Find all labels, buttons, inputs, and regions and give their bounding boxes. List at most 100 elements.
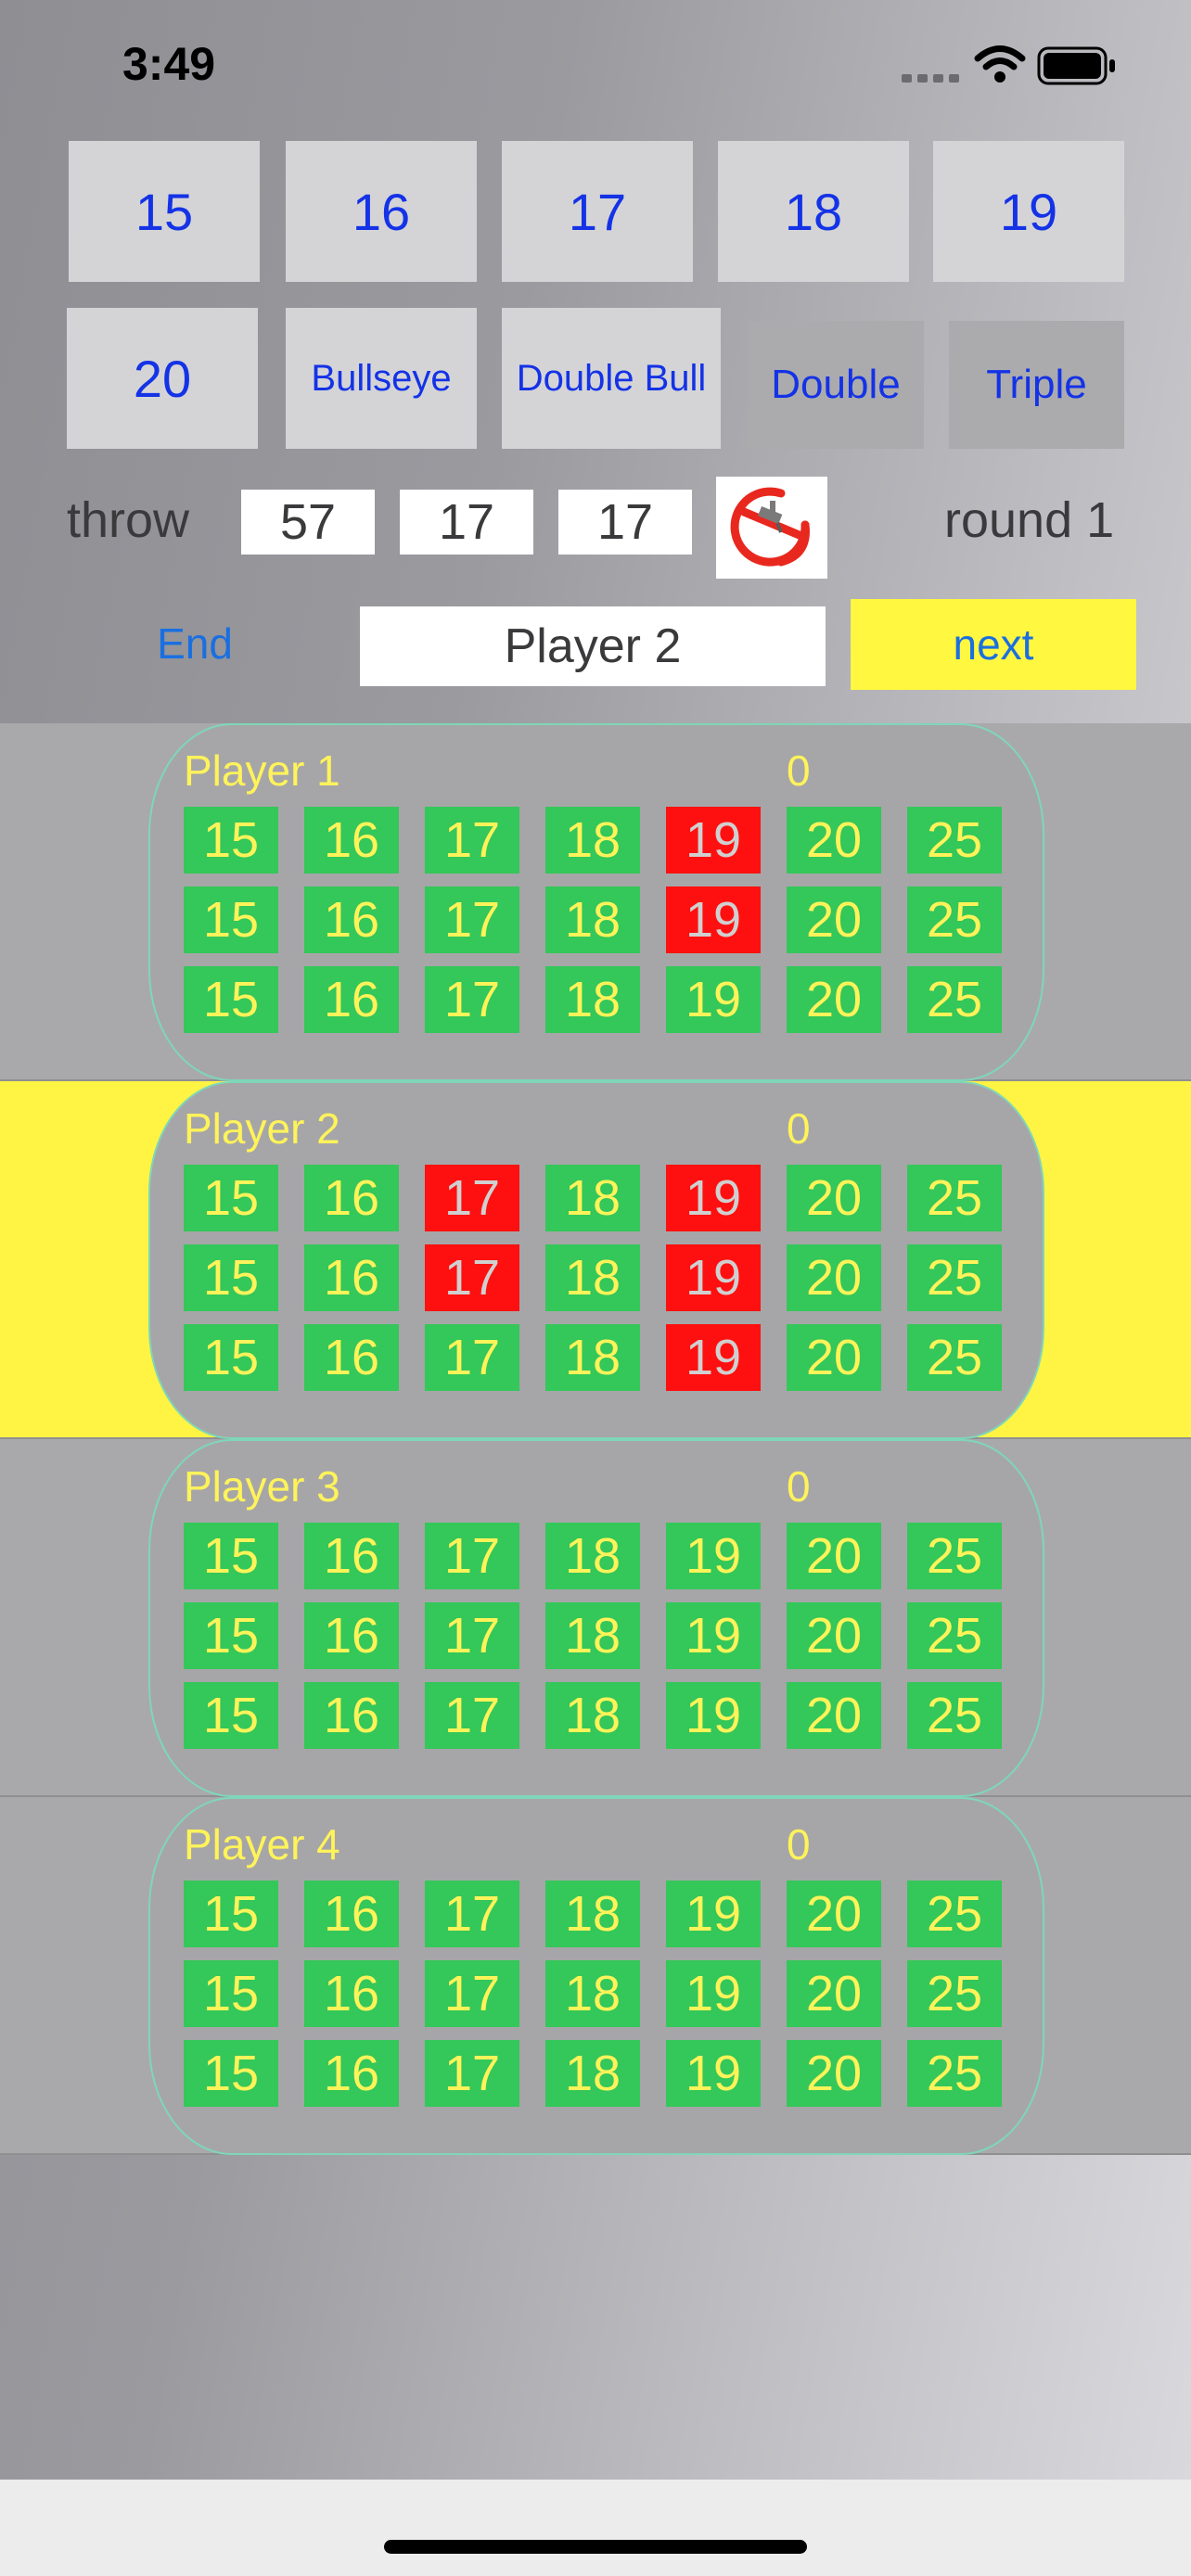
round-label: round 1 bbox=[944, 492, 1115, 548]
score-cell: 25 bbox=[907, 966, 1002, 1033]
score-cell: 25 bbox=[907, 1960, 1002, 2027]
player-score: 0 bbox=[787, 1462, 811, 1511]
player-card: Player 3 0 15 16 17 18 19 20 25 15 16 17 18 19 20 25 15 1… bbox=[148, 1439, 1044, 1797]
score-cell: 19 bbox=[666, 1682, 761, 1749]
score-cell: 17 bbox=[425, 1960, 519, 2027]
no-drink-icon bbox=[730, 487, 810, 567]
score-cell: 16 bbox=[304, 1881, 399, 1947]
double-button[interactable]: Double bbox=[748, 321, 924, 449]
score-cell: 17 bbox=[425, 1881, 519, 1947]
score-cell: 17 bbox=[425, 1244, 519, 1311]
score-grid: 15 16 17 18 19 20 25 15 16 17 18 19 20 25 15 16 17 18 19 20… bbox=[184, 1165, 1002, 1391]
throw-label: throw bbox=[67, 492, 190, 548]
score-cell: 18 bbox=[545, 1324, 640, 1391]
score-grid: 15 16 17 18 19 20 25 15 16 17 18 19 20 25 15 16 17 18 19 20… bbox=[184, 1881, 1002, 2107]
score-cell: 17 bbox=[425, 1682, 519, 1749]
score-cell: 16 bbox=[304, 807, 399, 874]
score-cell: 25 bbox=[907, 1244, 1002, 1311]
score-cell: 18 bbox=[545, 1881, 640, 1947]
score-cell: 19 bbox=[666, 1523, 761, 1589]
score-cell: 17 bbox=[425, 807, 519, 874]
score-cell: 18 bbox=[545, 1682, 640, 1749]
score-cell: 19 bbox=[666, 1324, 761, 1391]
score-cell: 18 bbox=[545, 1165, 640, 1231]
score-cell: 25 bbox=[907, 1602, 1002, 1669]
score-cell: 18 bbox=[545, 807, 640, 874]
score-cell: 15 bbox=[184, 2040, 278, 2107]
triple-button[interactable]: Triple bbox=[949, 321, 1124, 449]
score-cell: 16 bbox=[304, 1244, 399, 1311]
score-cell: 16 bbox=[304, 966, 399, 1033]
key-19[interactable]: 19 bbox=[933, 141, 1124, 282]
key-17[interactable]: 17 bbox=[502, 141, 693, 282]
score-cell: 20 bbox=[787, 1960, 881, 2027]
score-cell: 18 bbox=[545, 966, 640, 1033]
home-indicator-area bbox=[0, 2480, 1191, 2576]
score-cell: 15 bbox=[184, 1523, 278, 1589]
player-card: Player 4 0 15 16 17 18 19 20 25 15 16 17 18 19 20 25 15 1… bbox=[148, 1797, 1044, 2155]
key-18[interactable]: 18 bbox=[718, 141, 909, 282]
next-button[interactable]: next bbox=[851, 599, 1136, 690]
player-panel: Player 3 0 15 16 17 18 19 20 25 15 16 17 18 19 20 25 15 1… bbox=[0, 1439, 1191, 1797]
score-cell: 18 bbox=[545, 886, 640, 953]
score-cell: 25 bbox=[907, 807, 1002, 874]
score-grid: 15 16 17 18 19 20 25 15 16 17 18 19 20 25 15 16 17 18 19 20… bbox=[184, 807, 1002, 1033]
cellular-signal-icon bbox=[902, 74, 959, 83]
score-cell: 17 bbox=[425, 1324, 519, 1391]
battery-icon bbox=[1037, 46, 1115, 85]
drink-button[interactable] bbox=[716, 477, 827, 579]
score-cell: 20 bbox=[787, 886, 881, 953]
score-cell: 15 bbox=[184, 1881, 278, 1947]
throw-dart-1: 17 bbox=[400, 490, 533, 555]
player-panel: Player 4 0 15 16 17 18 19 20 25 15 16 17 18 19 20 25 15 1… bbox=[0, 1797, 1191, 2155]
score-cell: 25 bbox=[907, 886, 1002, 953]
score-cell: 17 bbox=[425, 1165, 519, 1231]
score-cell: 20 bbox=[787, 1165, 881, 1231]
score-cell: 17 bbox=[425, 886, 519, 953]
score-cell: 16 bbox=[304, 1523, 399, 1589]
score-cell: 19 bbox=[666, 1960, 761, 2027]
player-panel: Player 1 0 15 16 17 18 19 20 25 15 16 17 18 19 20 25 15 1… bbox=[0, 723, 1191, 1081]
score-cell: 25 bbox=[907, 1165, 1002, 1231]
player-panel: Player 2 0 15 16 17 18 19 20 25 15 16 17 18 19 20 25 15 1… bbox=[0, 1081, 1191, 1439]
key-bullseye[interactable]: Bullseye bbox=[286, 308, 477, 449]
score-cell: 15 bbox=[184, 1165, 278, 1231]
score-cell: 15 bbox=[184, 1682, 278, 1749]
key-20[interactable]: 20 bbox=[67, 308, 258, 449]
score-cell: 15 bbox=[184, 1960, 278, 2027]
score-cell: 17 bbox=[425, 2040, 519, 2107]
status-time: 3:49 bbox=[122, 38, 216, 90]
score-cell: 20 bbox=[787, 1881, 881, 1947]
score-cell: 25 bbox=[907, 1881, 1002, 1947]
score-cell: 18 bbox=[545, 1602, 640, 1669]
score-cell: 16 bbox=[304, 886, 399, 953]
score-cell: 19 bbox=[666, 886, 761, 953]
end-button[interactable]: End bbox=[130, 606, 260, 681]
player-card: Player 2 0 15 16 17 18 19 20 25 15 16 17 18 19 20 25 15 1… bbox=[148, 1081, 1044, 1439]
key-15[interactable]: 15 bbox=[69, 141, 260, 282]
current-player-field: Player 2 bbox=[360, 606, 826, 686]
key-double-bull[interactable]: Double Bull bbox=[502, 308, 721, 449]
score-cell: 15 bbox=[184, 1324, 278, 1391]
score-cell: 18 bbox=[545, 1960, 640, 2027]
score-cell: 15 bbox=[184, 807, 278, 874]
score-cell: 16 bbox=[304, 2040, 399, 2107]
score-cell: 20 bbox=[787, 1682, 881, 1749]
home-indicator[interactable] bbox=[384, 2540, 807, 2554]
score-cell: 16 bbox=[304, 1960, 399, 2027]
score-cell: 18 bbox=[545, 2040, 640, 2107]
key-16[interactable]: 16 bbox=[286, 141, 477, 282]
score-grid: 15 16 17 18 19 20 25 15 16 17 18 19 20 25 15 16 17 18 19 20… bbox=[184, 1523, 1002, 1749]
score-cell: 19 bbox=[666, 1602, 761, 1669]
player-card: Player 1 0 15 16 17 18 19 20 25 15 16 17 18 19 20 25 15 1… bbox=[148, 723, 1044, 1081]
score-cell: 18 bbox=[545, 1523, 640, 1589]
score-cell: 20 bbox=[787, 2040, 881, 2107]
score-cell: 16 bbox=[304, 1602, 399, 1669]
score-cell: 20 bbox=[787, 1602, 881, 1669]
throw-total: 57 bbox=[241, 490, 375, 555]
score-cell: 20 bbox=[787, 966, 881, 1033]
score-cell: 20 bbox=[787, 1324, 881, 1391]
player-score: 0 bbox=[787, 746, 811, 795]
score-cell: 16 bbox=[304, 1165, 399, 1231]
player-name: Player 4 bbox=[184, 1820, 340, 1868]
